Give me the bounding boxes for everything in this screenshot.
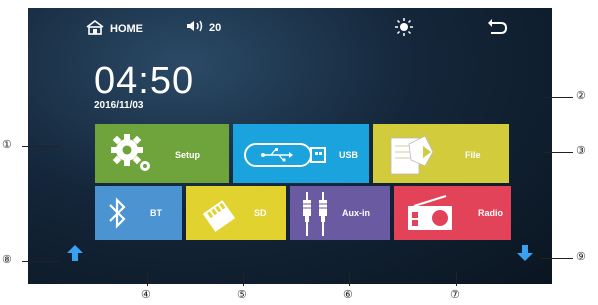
bluetooth-icon	[107, 196, 129, 232]
sd-card-icon	[198, 194, 242, 236]
arrow-up-icon	[66, 245, 84, 266]
callout-line-9	[540, 258, 573, 259]
radio-tile[interactable]: Radio	[394, 186, 511, 240]
callout-6: ⑥	[343, 289, 353, 301]
callout-line-4	[147, 272, 148, 286]
back-arrow-icon	[486, 19, 508, 41]
radio-icon	[406, 194, 456, 234]
bt-tile[interactable]: BT	[95, 186, 182, 240]
file-tile[interactable]: File	[373, 124, 509, 183]
callout-line-6	[349, 272, 350, 286]
page-down-button[interactable]	[516, 244, 534, 267]
radio-label: Radio	[478, 208, 504, 218]
speaker-icon	[185, 19, 205, 36]
aux-cable-icon	[298, 190, 334, 240]
folder-icon	[387, 130, 437, 180]
callout-line-7	[456, 272, 457, 286]
gear-icon	[109, 132, 157, 178]
clock-date: 2016/11/03	[94, 100, 144, 111]
callout-2: ②	[576, 90, 586, 102]
callout-7: ⑦	[450, 289, 460, 301]
file-label: File	[465, 150, 481, 160]
back-button[interactable]	[486, 17, 508, 42]
arrow-down-icon	[516, 245, 534, 266]
sd-tile[interactable]: SD	[186, 186, 286, 240]
bt-label: BT	[150, 208, 162, 218]
head-unit-screen: HOME 20 04:50 2016/11/03 Setup USB File …	[28, 8, 552, 284]
callout-line-5	[243, 272, 244, 286]
brightness-icon	[394, 18, 414, 41]
home-label: HOME	[110, 22, 143, 35]
volume-indicator[interactable]: 20	[185, 19, 221, 36]
setup-label: Setup	[175, 150, 201, 160]
setup-tile[interactable]: Setup	[95, 124, 229, 183]
callout-8: ⑧	[2, 254, 12, 266]
home-button[interactable]: HOME	[85, 19, 143, 38]
callout-line-2	[545, 97, 573, 98]
home-icon	[85, 19, 105, 38]
aux-in-tile[interactable]: Aux-in	[290, 186, 390, 240]
callout-5: ⑤	[237, 289, 247, 301]
callout-4: ④	[141, 289, 151, 301]
volume-value: 20	[209, 21, 222, 34]
page-up-button[interactable]	[66, 244, 84, 267]
callout-line-8	[22, 261, 60, 262]
brightness-button[interactable]	[394, 17, 414, 42]
clock-time: 04:50	[94, 60, 195, 102]
sd-label: SD	[254, 208, 267, 218]
callout-3: ③	[576, 145, 586, 157]
callout-line-3	[545, 152, 573, 153]
status-bar: HOME 20	[28, 8, 552, 46]
callout-line-1	[22, 146, 60, 147]
callout-9: ⑨	[576, 251, 586, 263]
callout-1: ①	[2, 139, 12, 151]
usb-label: USB	[339, 150, 359, 160]
aux-in-label: Aux-in	[342, 208, 370, 218]
usb-drive-icon	[243, 138, 333, 174]
usb-tile[interactable]: USB	[233, 124, 369, 183]
